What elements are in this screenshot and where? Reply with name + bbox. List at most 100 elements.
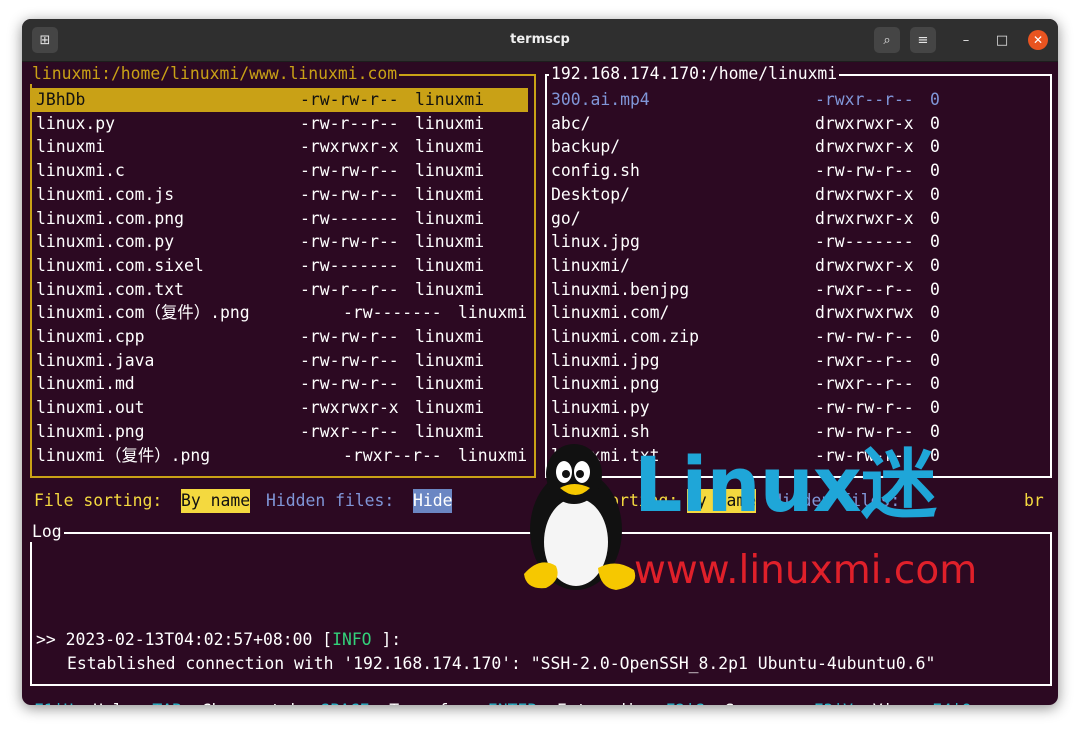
file-row[interactable]: linuxmi.com.js -rw-rw-r-- linuxmi: [32, 183, 528, 207]
file-permissions: -rw-rw-r--: [300, 232, 399, 252]
file-name: linuxmi.cpp: [36, 327, 145, 346]
file-row[interactable]: 300.ai.mp4 -rwxr--r-- 0: [547, 88, 1047, 112]
file-row[interactable]: linuxmi.com/drwxrwxrwx 0: [547, 301, 1047, 325]
remote-status-tail: br: [1024, 491, 1044, 510]
file-row[interactable]: go/drwxrwxr-x 0: [547, 207, 1047, 231]
local-panel-title: linuxmi:/home/linuxmi/www.linuxmi.com: [30, 64, 400, 84]
file-row[interactable]: linuxmi（复件）.png -rwxr--r-- linuxmi: [32, 444, 528, 468]
file-name: linux.py: [36, 113, 115, 133]
keybind-label: Enter dir: [557, 701, 646, 705]
file-owner: 0: [930, 303, 940, 323]
local-file-panel[interactable]: linuxmi:/home/linuxmi/www.linuxmi.com JB…: [30, 64, 536, 478]
file-name: Desktop/: [551, 184, 630, 204]
file-row[interactable]: linuxmi.com.png -rw------- linuxmi: [32, 207, 528, 231]
remote-file-panel[interactable]: 192.168.174.170:/home/linuxmi 300.ai.mp4…: [545, 64, 1052, 478]
file-name: linuxmi.png: [551, 374, 660, 394]
hamburger-menu-icon[interactable]: ≡: [910, 27, 936, 53]
file-row[interactable]: linuxmi.md -rw-rw-r-- linuxmi: [32, 372, 528, 396]
file-row[interactable]: linuxmi.c -rw-rw-r-- linuxmi: [32, 159, 528, 183]
log-entry: >> 2023-02-13T04:02:57+08:00 [INFO ]:: [36, 628, 401, 652]
keybinding-bar: <F1|H> Help <TAB> Change tab <SPACE> Tra…: [24, 699, 981, 705]
minimize-icon[interactable]: –: [956, 30, 976, 50]
file-row[interactable]: linux.py -rw-r--r-- linuxmi: [32, 112, 528, 136]
search-icon[interactable]: ⌕: [874, 27, 900, 53]
file-owner: 0: [930, 137, 940, 157]
file-row[interactable]: linuxmi.cpp -rw-rw-r-- linuxmi: [32, 325, 528, 349]
file-permissions: drwxrwxr-x: [815, 137, 914, 157]
file-permissions: drwxrwxr-x: [815, 255, 914, 275]
file-row[interactable]: linuxmi.com.txt -rw-r--r-- linuxmi: [32, 278, 528, 302]
file-owner: linuxmi: [415, 137, 485, 157]
file-permissions: -rw-rw-r--: [815, 161, 914, 181]
keybind-key: <F3|V>: [804, 701, 863, 705]
file-row[interactable]: linuxmi -rwxrwxr-x linuxmi: [32, 135, 528, 159]
file-row[interactable]: backup/drwxrwxr-x 0: [547, 135, 1047, 159]
watermark-url: www.linuxmi.com: [634, 548, 978, 593]
keybind-key: <ENTER>: [478, 701, 547, 705]
file-name: 300.ai.mp4: [551, 90, 650, 109]
file-row[interactable]: linuxmi.java -rw-rw-r-- linuxmi: [32, 349, 528, 373]
file-row[interactable]: linuxmi.py -rw-rw-r-- 0: [547, 396, 1047, 420]
close-icon[interactable]: ✕: [1028, 30, 1048, 50]
file-row[interactable]: linuxmi.com.py -rw-rw-r-- linuxmi: [32, 230, 528, 254]
file-row[interactable]: linuxmi.png -rwxr--r-- 0: [547, 372, 1047, 396]
file-row[interactable]: linuxmi.jpg -rwxr--r-- 0: [547, 349, 1047, 373]
file-row[interactable]: linuxmi.com.zip -rw-rw-r-- 0: [547, 325, 1047, 349]
file-row[interactable]: abc/drwxrwxr-x 0: [547, 112, 1047, 136]
file-permissions: -rwxrwxr-x: [300, 398, 399, 418]
file-name: linuxmi.com.sixel: [36, 255, 204, 275]
file-row[interactable]: linux.jpg -rw------- 0: [547, 230, 1047, 254]
file-owner: 0: [930, 90, 940, 109]
file-name: linuxmi: [36, 137, 106, 157]
file-permissions: -rwxr--r--: [815, 374, 914, 394]
keybind-label: View: [873, 701, 912, 705]
file-owner: linuxmi: [415, 184, 485, 204]
file-name: linuxmi.com/: [551, 303, 670, 323]
file-permissions: -rwxr--r--: [343, 445, 442, 465]
file-permissions: -rw-------: [343, 303, 442, 323]
file-name: linuxmi.com.txt: [36, 279, 185, 299]
file-permissions: -rw-------: [300, 208, 399, 228]
file-row[interactable]: JBhDb -rw-rw-r-- linuxmi: [32, 88, 528, 112]
file-owner: linuxmi: [415, 279, 485, 299]
file-row[interactable]: linuxmi.benjpg -rwxr--r-- 0: [547, 278, 1047, 302]
file-permissions: -rw-rw-r--: [300, 350, 399, 370]
file-permissions: -rwxr--r--: [815, 279, 914, 299]
window-title: termscp: [510, 32, 570, 47]
file-permissions: -rw-rw-r--: [815, 398, 914, 418]
file-owner: 0: [930, 232, 940, 252]
keybind-key: <SPACE>: [310, 701, 379, 705]
file-permissions: -rwxr--r--: [815, 350, 914, 370]
maximize-icon[interactable]: □: [992, 30, 1012, 50]
file-name: linuxmi.java: [36, 350, 155, 370]
file-owner: 0: [930, 279, 940, 299]
file-row[interactable]: linuxmi.png -rwxr--r-- linuxmi: [32, 420, 528, 444]
file-row[interactable]: linuxmi.com（复件）.png -rw------- linuxmi: [32, 301, 528, 325]
remote-panel-title: 192.168.174.170:/home/linuxmi: [549, 64, 840, 84]
file-row[interactable]: Desktop/drwxrwxr-x 0: [547, 183, 1047, 207]
file-name: linuxmi.com.png: [36, 208, 185, 228]
watermark-brand: Linux迷: [634, 440, 937, 529]
keybind-key: <F2|S>: [656, 701, 715, 705]
keybind-key: <F4|O>: [922, 701, 981, 705]
file-owner: 0: [930, 327, 940, 346]
file-name: go/: [551, 208, 581, 228]
file-row[interactable]: linuxmi.com.sixel -rw------- linuxmi: [32, 254, 528, 278]
file-name: linuxmi.jpg: [551, 350, 660, 370]
file-owner: linuxmi: [415, 374, 485, 394]
file-owner: 0: [930, 113, 940, 133]
file-name: linuxmi.md: [36, 374, 135, 394]
file-name: backup/: [551, 137, 621, 157]
file-row[interactable]: config.sh -rw-rw-r-- 0: [547, 159, 1047, 183]
file-permissions: -rw-rw-r--: [300, 374, 399, 394]
file-permissions: -rw-rw-r--: [300, 161, 399, 181]
log-timestamp: 2023-02-13T04:02:57+08:00: [65, 630, 313, 649]
file-permissions: drwxrwxr-x: [815, 113, 914, 133]
file-name: linuxmi.com.py: [36, 232, 175, 252]
file-row[interactable]: linuxmi/drwxrwxr-x 0: [547, 254, 1047, 278]
file-permissions: drwxrwxrwx: [815, 303, 914, 323]
file-name: linuxmi.benjpg: [551, 279, 690, 299]
file-row[interactable]: linuxmi.out -rwxrwxr-x linuxmi: [32, 396, 528, 420]
file-name: JBhDb: [36, 90, 86, 109]
file-name: linux.jpg: [551, 232, 640, 252]
